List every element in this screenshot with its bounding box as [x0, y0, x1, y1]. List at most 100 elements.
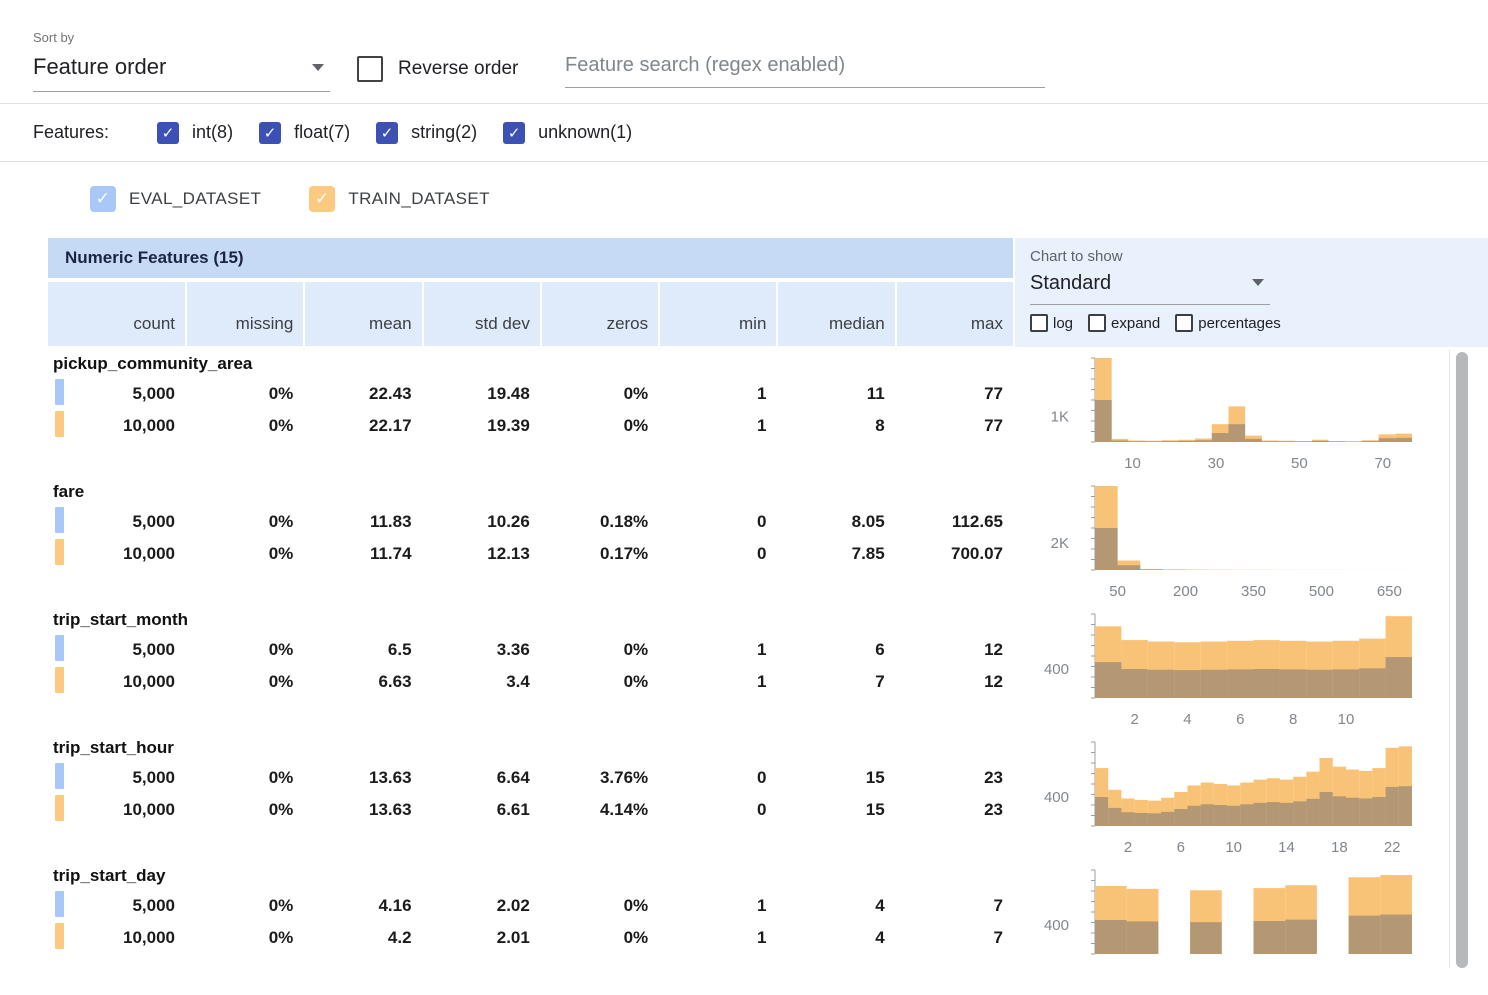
stat-cell: 3.4: [424, 672, 540, 692]
histogram-trip_start_month[interactable]: 400246810: [1020, 606, 1450, 734]
svg-text:22: 22: [1384, 839, 1401, 856]
filter-float-label: float(7): [294, 122, 350, 143]
stat-cell: 0%: [542, 928, 658, 948]
stat-cell: 11.74: [305, 544, 421, 564]
stat-cell: 77: [897, 384, 1013, 404]
column-header-row: count missing mean std dev zeros min med…: [48, 282, 1013, 346]
eval-dataset-checkbox[interactable]: ✓: [90, 186, 116, 212]
stat-cell: 13.63: [305, 768, 421, 788]
percentages-label: percentages: [1198, 315, 1281, 332]
filter-unknown[interactable]: ✓ unknown(1): [503, 122, 632, 144]
reverse-order-toggle[interactable]: Reverse order: [357, 56, 518, 82]
stat-cell: 1: [660, 416, 776, 436]
checkbox-checked-icon[interactable]: ✓: [376, 122, 398, 144]
expand-checkbox[interactable]: [1088, 314, 1106, 332]
stat-cell: 4: [778, 896, 894, 916]
stats-row-eval: 5,0000%22.4319.480%11177: [48, 378, 1013, 410]
sort-by-label: Sort by: [33, 30, 74, 45]
feature-block-pickup_community_area: pickup_community_area5,0000%22.4319.480%…: [48, 350, 1013, 478]
stat-cell: 77: [897, 416, 1013, 436]
stat-cell: 2.01: [424, 928, 540, 948]
feature-type-filter-row: Features: ✓ int(8) ✓ float(7) ✓ string(2…: [0, 104, 1488, 162]
reverse-order-label: Reverse order: [398, 58, 518, 80]
percentages-toggle[interactable]: percentages: [1175, 314, 1281, 332]
svg-text:10: 10: [1225, 839, 1242, 856]
reverse-order-checkbox[interactable]: [357, 56, 383, 82]
svg-text:650: 650: [1377, 583, 1402, 600]
stat-cell: 10,000: [48, 928, 185, 948]
stat-cell: 10,000: [48, 800, 185, 820]
log-checkbox[interactable]: [1030, 314, 1048, 332]
stat-cell: 12.13: [424, 544, 540, 564]
dataset-color-swatch: [55, 923, 64, 949]
vertical-scrollbar[interactable]: [1456, 352, 1468, 968]
histogram-pickup_community_area[interactable]: 1K10305070: [1020, 350, 1450, 478]
stat-cell: 0: [660, 768, 776, 788]
histogram-fare[interactable]: 2K50200350500650: [1020, 478, 1450, 606]
svg-text:400: 400: [1044, 661, 1069, 678]
stat-cell: 6.5: [305, 640, 421, 660]
stat-cell: 0%: [187, 928, 303, 948]
checkbox-checked-icon[interactable]: ✓: [157, 122, 179, 144]
feature-search-input[interactable]: [565, 50, 1045, 88]
filter-float[interactable]: ✓ float(7): [259, 122, 350, 144]
stat-cell: 4.16: [305, 896, 421, 916]
column-header-min: min: [660, 282, 776, 346]
log-label: log: [1053, 315, 1073, 332]
svg-text:200: 200: [1173, 583, 1198, 600]
stat-cell: 6.61: [424, 800, 540, 820]
dataset-toggle-train[interactable]: ✓ TRAIN_DATASET: [309, 186, 490, 212]
features-filter-label: Features:: [33, 122, 109, 143]
stat-cell: 3.76%: [542, 768, 658, 788]
stat-cell: 23: [897, 768, 1013, 788]
expand-toggle[interactable]: expand: [1088, 314, 1160, 332]
stat-cell: 0%: [187, 384, 303, 404]
log-toggle[interactable]: log: [1030, 314, 1073, 332]
stat-cell: 7.85: [778, 544, 894, 564]
histogram-trip_start_day[interactable]: 400: [1020, 862, 1450, 990]
filter-string-label: string(2): [411, 122, 477, 143]
expand-label: expand: [1111, 315, 1160, 332]
sort-by-dropdown[interactable]: Feature order: [33, 54, 330, 92]
column-header-max: max: [897, 282, 1013, 346]
column-header-median: median: [778, 282, 894, 346]
stat-cell: 0.17%: [542, 544, 658, 564]
stat-cell: 5,000: [48, 896, 185, 916]
chart-type-dropdown[interactable]: Standard: [1030, 265, 1270, 305]
numeric-features-title: Numeric Features (15): [48, 238, 1013, 278]
stats-row-eval: 5,0000%13.636.643.76%01523: [48, 762, 1013, 794]
stat-cell: 8.05: [778, 512, 894, 532]
stat-cell: 12: [897, 640, 1013, 660]
stat-cell: 0: [660, 512, 776, 532]
column-header-zeros: zeros: [542, 282, 658, 346]
dataset-toggle-eval[interactable]: ✓ EVAL_DATASET: [90, 186, 261, 212]
stat-cell: 3.36: [424, 640, 540, 660]
stat-cell: 7: [897, 896, 1013, 916]
train-dataset-checkbox[interactable]: ✓: [309, 186, 335, 212]
feature-block-fare: fare5,0000%11.8310.260.18%08.05112.6510,…: [48, 478, 1013, 606]
stat-cell: 0%: [542, 672, 658, 692]
stat-cell: 0%: [187, 512, 303, 532]
dataset-color-swatch: [55, 795, 64, 821]
histogram-trip_start_hour[interactable]: 4002610141822: [1020, 734, 1450, 862]
stat-cell: 0%: [187, 672, 303, 692]
filter-int-label: int(8): [192, 122, 233, 143]
svg-text:50: 50: [1291, 455, 1308, 472]
filter-int[interactable]: ✓ int(8): [157, 122, 233, 144]
stats-row-train: 10,0000%4.22.010%147: [48, 922, 1013, 954]
histogram-svg: 2K50200350500650: [1020, 478, 1450, 606]
checkbox-checked-icon[interactable]: ✓: [503, 122, 525, 144]
dataset-legend-row: ✓ EVAL_DATASET ✓ TRAIN_DATASET: [0, 163, 1488, 234]
checkbox-checked-icon[interactable]: ✓: [259, 122, 281, 144]
stat-cell: 1: [660, 384, 776, 404]
stat-cell: 15: [778, 768, 894, 788]
svg-text:18: 18: [1331, 839, 1348, 856]
eval-dataset-label: EVAL_DATASET: [129, 189, 261, 209]
stat-cell: 22.43: [305, 384, 421, 404]
filter-string[interactable]: ✓ string(2): [376, 122, 477, 144]
svg-text:6: 6: [1177, 839, 1185, 856]
feature-name: trip_start_day: [48, 862, 1013, 890]
percentages-checkbox[interactable]: [1175, 314, 1193, 332]
stat-cell: 4: [778, 928, 894, 948]
column-header-count: count: [48, 282, 185, 346]
